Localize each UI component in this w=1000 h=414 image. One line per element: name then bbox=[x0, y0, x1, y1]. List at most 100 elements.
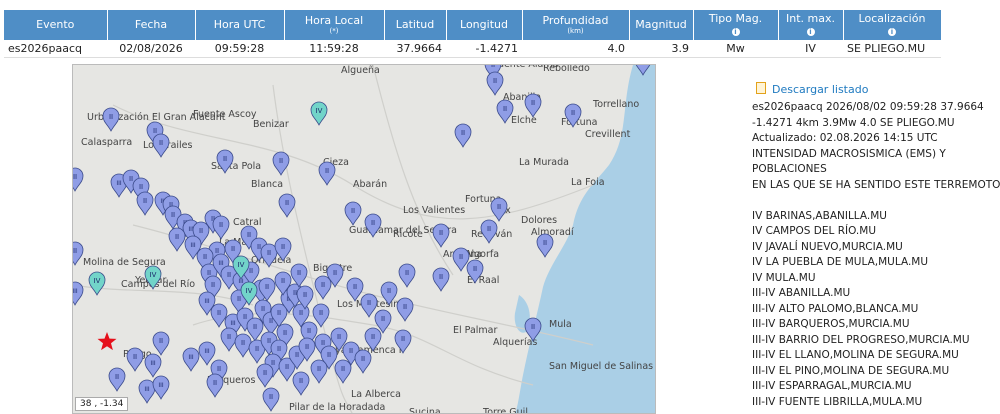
intensity-label: II bbox=[531, 323, 535, 331]
report-line: III-IV ESPARRAGAL,MURCIA.MU bbox=[752, 380, 912, 392]
intensity-label: III bbox=[150, 360, 156, 367]
report-line: INTENSIDAD MACROSISMICA (EMS) Y bbox=[752, 147, 946, 160]
place-label: Torre Guil bbox=[482, 407, 528, 414]
intensity-label: II bbox=[497, 203, 501, 211]
table-header-row: Evento Fecha Hora UTC Hora Local (*) Latitud L… bbox=[4, 10, 942, 40]
intensity-label: II bbox=[217, 309, 221, 317]
column-header: Magnitud bbox=[629, 10, 694, 40]
report-line: III-IV ABANILLA.MU bbox=[752, 287, 851, 299]
report-line: IV BARINAS,ABANILLA.MU bbox=[752, 209, 887, 222]
intensity-label: II bbox=[175, 233, 179, 241]
intensity-label: II bbox=[337, 333, 341, 341]
intensity-label: II bbox=[199, 227, 203, 235]
intensity-label: IV bbox=[238, 261, 245, 269]
report-line: III-IV EL LLANO,MOLINA DE SEGURA.MU bbox=[752, 349, 959, 361]
place-label: Pilar de la Horadada bbox=[289, 402, 385, 413]
place-label: El Palmar bbox=[453, 325, 498, 336]
intensity-label: II bbox=[129, 175, 133, 183]
intensity-label: II bbox=[403, 303, 407, 311]
intensity-label: II bbox=[297, 269, 301, 277]
place-label: Blanca bbox=[251, 179, 283, 190]
place-label: Fuente Ascoy bbox=[193, 109, 257, 120]
column-header-label: Tipo Mag. bbox=[708, 12, 763, 25]
table-cell: 3.9 bbox=[629, 40, 693, 58]
column-header: Localización i bbox=[843, 10, 942, 40]
intensity-label: II bbox=[267, 249, 271, 257]
column-header-label: Int. max. bbox=[786, 12, 835, 25]
intensity-label: II bbox=[171, 211, 175, 219]
intensity-label: II bbox=[227, 271, 231, 279]
column-header: Hora UTC bbox=[195, 10, 285, 40]
intensity-label: II bbox=[267, 337, 271, 345]
column-header-unit: (*) bbox=[329, 27, 339, 35]
intensity-label: II bbox=[219, 221, 223, 229]
intensity-label: II bbox=[277, 345, 281, 353]
info-icon[interactable]: i bbox=[888, 28, 896, 36]
column-header-label: Hora UTC bbox=[213, 18, 266, 31]
intensity-label: II bbox=[271, 359, 275, 367]
info-icon[interactable]: i bbox=[806, 28, 815, 36]
intensity-label: IV bbox=[150, 271, 157, 279]
intensity-label: IV bbox=[246, 287, 253, 295]
intensity-label: II bbox=[333, 269, 337, 277]
intensity-label: III bbox=[218, 260, 224, 267]
intensity-label: II bbox=[531, 99, 535, 107]
intensity-label: II bbox=[361, 355, 365, 363]
intensity-label: II bbox=[283, 329, 287, 337]
intensity-label: III bbox=[73, 288, 78, 295]
intensity-label: II bbox=[265, 283, 269, 291]
intensity-label: II bbox=[371, 219, 375, 227]
intensity-label: II bbox=[281, 277, 285, 285]
table-row[interactable]: es2026paacq 02/08/2026 09:59:28 11:59:28 37.… bbox=[4, 40, 941, 58]
intensity-label: II bbox=[159, 337, 163, 345]
table-cell: 37.9664 bbox=[384, 40, 446, 58]
place-label: Mula bbox=[549, 319, 572, 330]
column-header: Hora Local (*) bbox=[284, 10, 385, 40]
intensity-label: II bbox=[367, 299, 371, 307]
report-line: III-IV EL PINO,MOLINA DE SEGURA.MU bbox=[752, 364, 950, 377]
table-cell: 09:59:28 bbox=[195, 40, 284, 58]
report-line: IV CAMPOS DEL RÍO.MU bbox=[752, 225, 877, 237]
intensity-label: IV bbox=[94, 277, 101, 285]
intensity-label: II bbox=[341, 365, 345, 373]
info-icon[interactable]: i bbox=[731, 28, 740, 36]
map-canvas[interactable]: AlgueñaRebolledoFuente ÁlamoTorrellanoAb… bbox=[73, 65, 656, 414]
place-label: Abarán bbox=[353, 179, 387, 190]
intensity-label: III bbox=[190, 242, 196, 249]
column-header-label: Fecha bbox=[134, 18, 168, 31]
place-label: Torrellano bbox=[592, 99, 639, 110]
intensity-label: II bbox=[493, 77, 497, 85]
table-cell: 4.0 bbox=[522, 40, 629, 58]
intensity-label: II bbox=[207, 269, 211, 277]
intensity-label: II bbox=[439, 229, 443, 237]
intensity-label: II bbox=[293, 289, 297, 297]
intensity-label: II bbox=[279, 157, 283, 165]
intensity-map[interactable]: AlgueñaRebolledoFuente ÁlamoTorrellanoAb… bbox=[72, 64, 656, 414]
column-header: Evento bbox=[4, 10, 108, 40]
intensity-label: II bbox=[473, 265, 477, 273]
intensity-label: II bbox=[223, 155, 227, 163]
intensity-label: II bbox=[261, 305, 265, 313]
table-cell: IV bbox=[778, 40, 843, 58]
place-label: Algorfa bbox=[465, 249, 499, 260]
event-table: Evento Fecha Hora UTC Hora Local (*) Latitud L… bbox=[4, 10, 942, 58]
felt-report-text: es2026paacq 2026/08/02 09:59:28 37.9664 -… bbox=[752, 100, 1000, 410]
intensity-label: II bbox=[299, 309, 303, 317]
report-line: III-IV BARRIO DEL PROGRESO,MURCIA.MU bbox=[752, 333, 970, 346]
intensity-label: II bbox=[317, 365, 321, 373]
column-header: Fecha bbox=[107, 10, 196, 40]
place-label: Alquerías bbox=[493, 337, 537, 348]
intensity-label: II bbox=[381, 315, 385, 323]
intensity-label: II bbox=[133, 353, 137, 361]
place-label: La Foia bbox=[571, 177, 605, 188]
report-line: Actualizado: 02.08.2026 14:15 UTC bbox=[752, 132, 938, 144]
table-cell: SE PLIEGO.MU bbox=[843, 40, 941, 58]
intensity-label: II bbox=[503, 105, 507, 113]
intensity-label: II bbox=[139, 183, 143, 191]
intensity-label: II bbox=[305, 343, 309, 351]
intensity-label: II bbox=[405, 269, 409, 277]
column-header: Longitud bbox=[446, 10, 523, 40]
intensity-label: II bbox=[255, 345, 259, 353]
download-list-link[interactable]: Descargar listado bbox=[756, 82, 992, 96]
